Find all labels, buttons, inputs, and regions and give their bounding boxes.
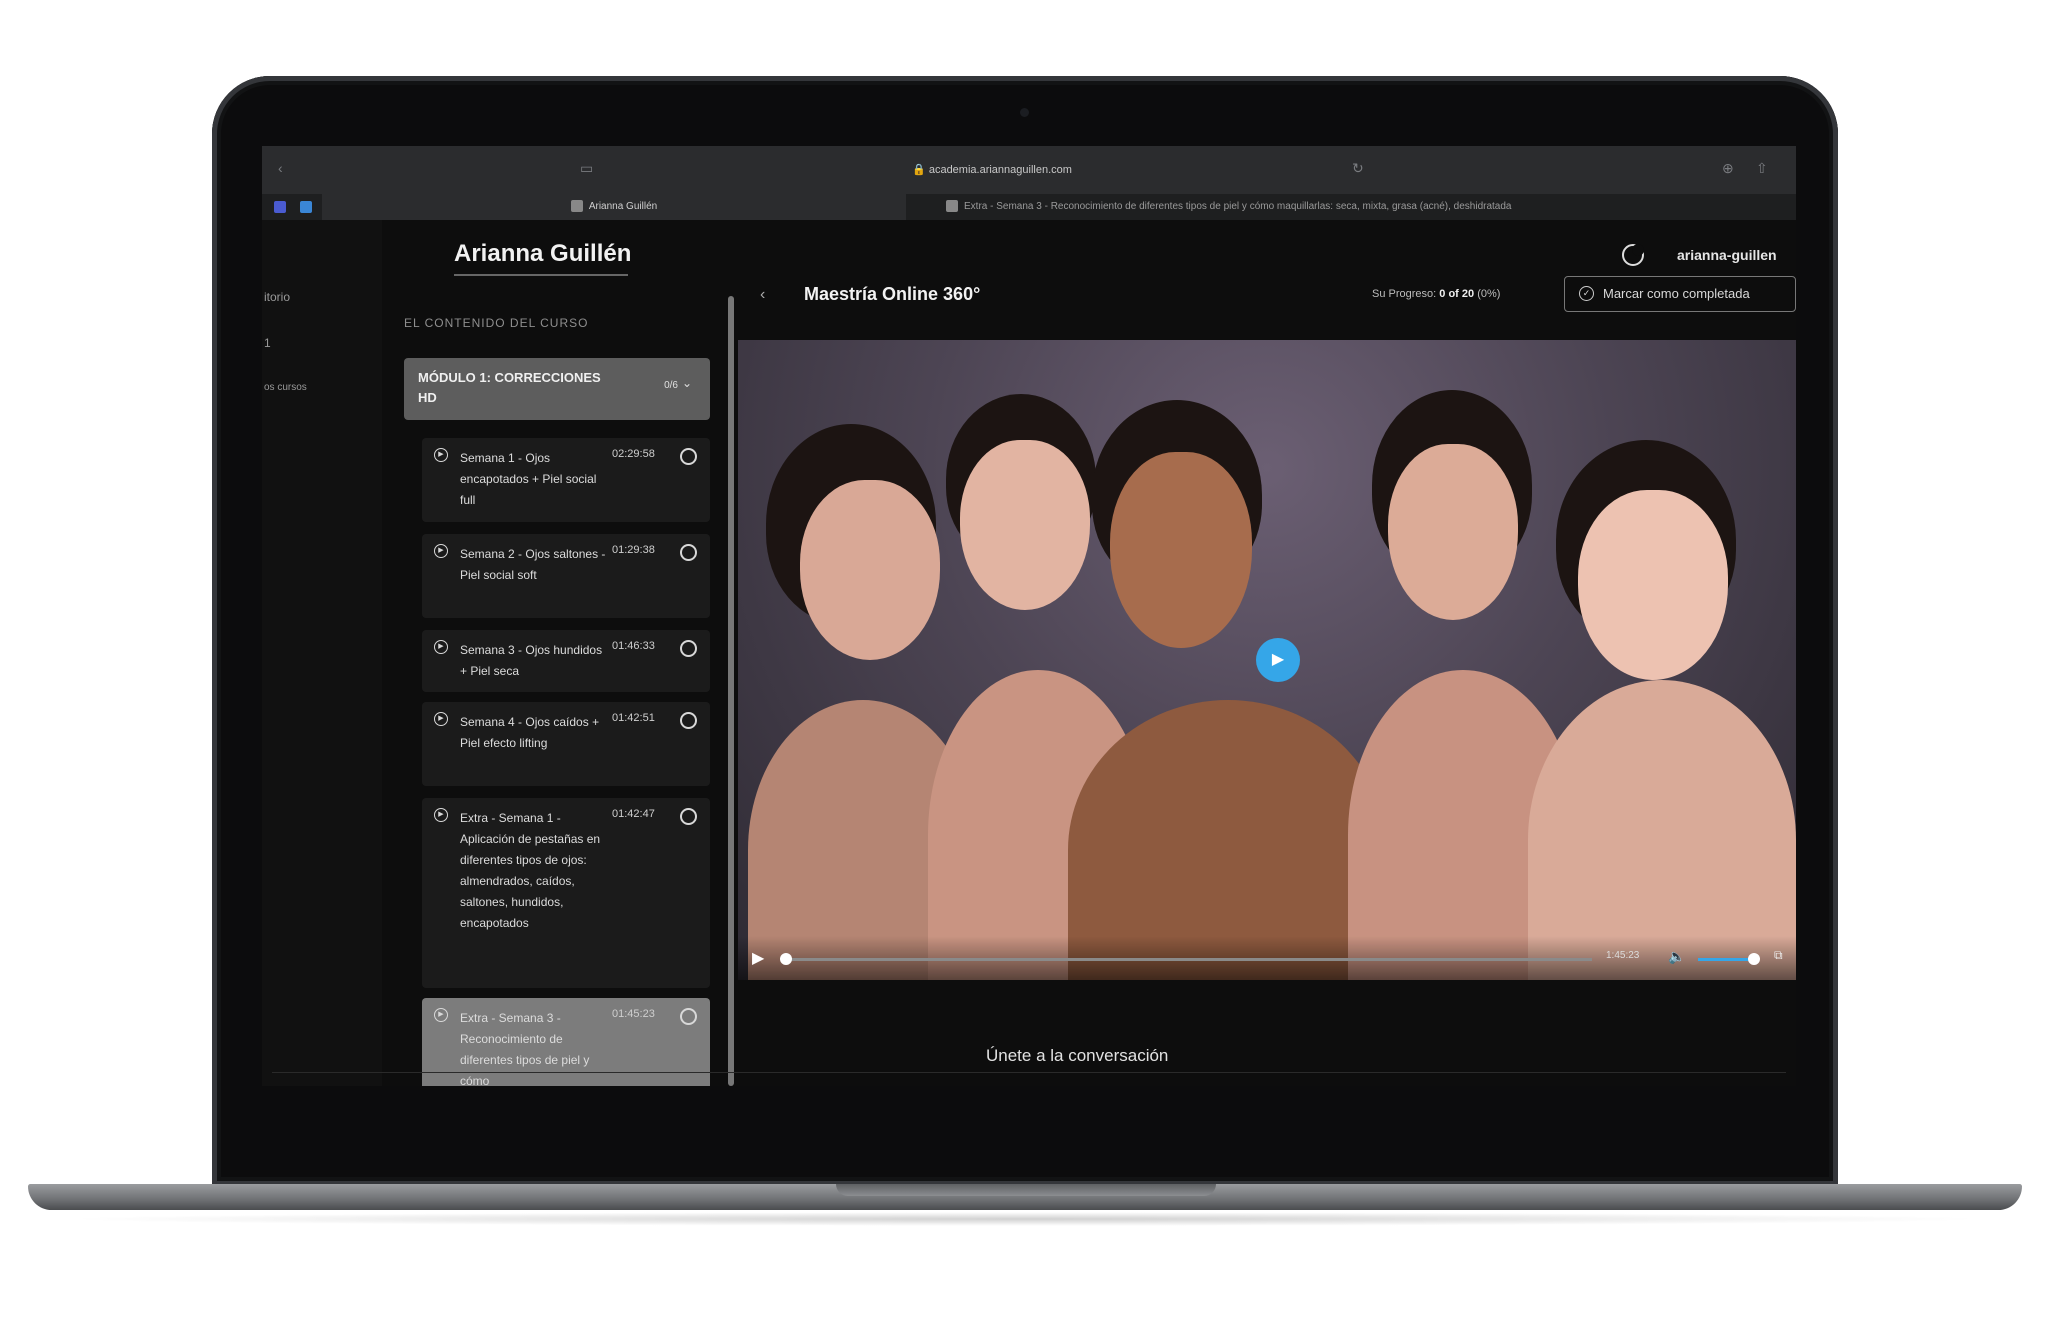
progress-value: 0 of 20 [1439,288,1475,300]
volume-handle[interactable] [1748,953,1760,965]
url-text: academia.ariannaguillen.com [928,164,1072,176]
tab-favicon-icon [570,200,583,213]
seek-bar[interactable] [784,958,1592,961]
divider [272,1072,1786,1073]
left-nav-item[interactable]: 1 [264,336,271,350]
progress-text: Su Progreso: 0 of 20 (0%) [1372,288,1500,300]
play-button[interactable]: ▶ [1256,638,1300,682]
theme-toggle-icon[interactable] [1622,244,1644,266]
tab-overview-icon[interactable]: ▭ [580,160,593,177]
lesson-duration: 01:46:33 [612,640,655,652]
video-controls: ▶ 1:45:23 🔈 ⧉ [738,936,1796,980]
pinned-tab-icon[interactable] [300,201,312,213]
play-circle-icon: ▶ [434,448,448,462]
lesson-item[interactable]: ▶ Semana 2 - Ojos saltones - Piel social… [422,534,710,618]
brand-logo[interactable]: Arianna Guillén [454,240,631,268]
download-icon[interactable]: ⊕ [1722,160,1734,177]
play-circle-icon: ▶ [434,640,448,654]
course-content-title: EL CONTENIDO DEL CURSO [404,316,589,330]
left-nav: itorio 1 os cursos [262,220,382,1086]
tab-lesson[interactable]: Extra - Semana 3 - Reconocimiento de dif… [946,194,1796,220]
play-circle-icon: ▶ [434,712,448,726]
mark-complete-label: Marcar como completada [1603,286,1750,301]
lesson-title: Extra - Semana 3 - Reconocimiento de dif… [460,1011,590,1086]
username[interactable]: arianna-guillen [1677,247,1777,263]
tab-bar: Arianna Guillén Extra - Semana 3 - Recon… [262,194,1796,220]
lesson-duration: 01:29:38 [612,544,655,556]
video-player[interactable]: ▶ ▶ 1:45:23 🔈 ⧉ [738,340,1796,980]
lesson-complete-checkbox[interactable] [680,808,697,825]
lesson-item[interactable]: ▶ Semana 1 - Ojos encapotados + Piel soc… [422,438,710,522]
picture-in-picture-icon[interactable]: ⧉ [1774,948,1783,963]
lesson-complete-checkbox[interactable] [680,448,697,465]
volume-icon[interactable]: 🔈 [1668,948,1685,965]
lesson-title: Semana 2 - Ojos saltones - Piel social s… [460,547,606,582]
page: itorio 1 os cursos Arianna Guillén arian… [262,220,1796,1086]
browser-toolbar: ‹ ▭ 🔒 academia.ariannaguillen.com ↻ ⊕ ⇧ [262,146,1796,194]
share-icon[interactable]: ⇧ [1756,160,1768,177]
address-bar[interactable]: 🔒 academia.ariannaguillen.com [642,158,1342,182]
play-circle-icon: ▶ [434,544,448,558]
play-circle-icon: ▶ [434,1008,448,1022]
lesson-item[interactable]: ▶ Semana 3 - Ojos hundidos + Piel seca 0… [422,630,710,692]
module-count: 0/6 [664,380,678,391]
progress-percent: (0%) [1477,288,1501,300]
sidebar-toggle-icon[interactable]: ‹ [278,160,283,176]
lesson-item[interactable]: ▶ Extra - Semana 1 - Aplicación de pesta… [422,798,710,988]
mark-complete-button[interactable]: ✓ Marcar como completada [1564,276,1796,312]
lesson-title: Semana 3 - Ojos hundidos + Piel seca [460,643,603,678]
reload-icon[interactable]: ↻ [1352,160,1364,177]
lesson-title: Semana 1 - Ojos encapotados + Piel socia… [460,451,597,507]
brand-underline [454,274,628,276]
lesson-complete-checkbox[interactable] [680,544,697,561]
tab-favicon-icon [946,200,958,213]
lesson-item[interactable]: ▶ Semana 4 - Ojos caídos + Piel efecto l… [422,702,710,786]
lesson-title: Extra - Semana 1 - Aplicación de pestaña… [460,811,601,930]
pinned-tab-icon[interactable] [274,201,286,213]
join-conversation-heading: Únete a la conversación [986,1046,1169,1065]
left-nav-item[interactable]: os cursos [264,382,307,393]
sidebar-scrollbar[interactable] [728,296,734,1086]
screen: ‹ ▭ 🔒 academia.ariannaguillen.com ↻ ⊕ ⇧ … [262,146,1796,1086]
tab-label: Extra - Semana 3 - Reconocimiento de dif… [964,201,1512,212]
volume-slider[interactable] [1698,958,1754,961]
lesson-title: Semana 4 - Ojos caídos + Piel efecto lif… [460,715,600,750]
lesson-complete-checkbox[interactable] [680,640,697,657]
check-circle-icon: ✓ [1579,286,1594,301]
laptop-notch [836,1184,1216,1196]
lesson-duration: 01:45:23 [612,1008,655,1020]
laptop-shadow [60,1212,1990,1226]
camera [1020,108,1029,117]
play-circle-icon: ▶ [434,808,448,822]
module-title: MÓDULO 1: CORRECCIONES HD [418,370,601,405]
back-arrow-icon[interactable]: ‹ [760,286,765,304]
play-icon[interactable]: ▶ [752,948,764,968]
lesson-complete-checkbox[interactable] [680,712,697,729]
chevron-down-icon: ⌄ [681,376,692,390]
lesson-duration: 01:42:51 [612,712,655,724]
left-nav-item[interactable]: itorio [264,290,290,304]
course-title: Maestría Online 360° [804,284,981,304]
tab-arianna[interactable]: Arianna Guillén [322,194,906,220]
video-time: 1:45:23 [1606,950,1640,961]
tab-label: Arianna Guillén [588,201,658,212]
progress-label: Su Progreso: [1372,288,1437,300]
seek-handle[interactable] [780,953,792,965]
lesson-complete-checkbox[interactable] [680,1008,697,1025]
lesson-duration: 01:42:47 [612,808,655,820]
module-header[interactable]: MÓDULO 1: CORRECCIONES HD 0/6 ⌄ [404,358,710,420]
lesson-duration: 02:29:58 [612,448,655,460]
